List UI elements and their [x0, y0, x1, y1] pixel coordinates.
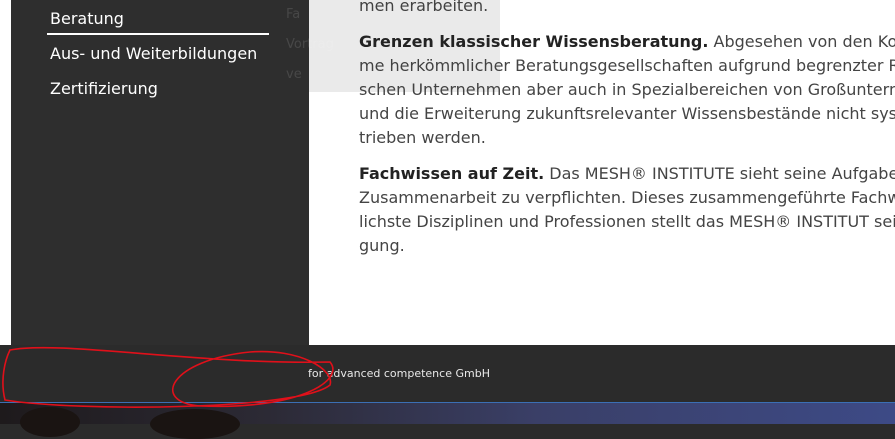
- paragraph-3-line-1: Fachwissen auf Zeit. Das MESH® INSTITUTE…: [359, 162, 895, 186]
- sidebar-item-aus-und-weiterbildungen[interactable]: Aus- und Weiterbildungen: [50, 44, 257, 64]
- paragraph-3-line: gung.: [359, 236, 405, 255]
- active-indicator: [47, 33, 269, 35]
- paragraph-2-line: trieben werden.: [359, 128, 486, 147]
- paragraph-3-text: Das MESH® INSTITUTE sieht seine Aufgabe …: [549, 164, 895, 183]
- paragraph-3-line: lichste Disziplinen und Professionen ste…: [359, 212, 895, 231]
- overlay-text: Fa: [286, 7, 301, 22]
- paragraph-3-heading: Fachwissen auf Zeit.: [359, 164, 545, 183]
- page-edge: [0, 0, 11, 345]
- sidebar-item-beratung[interactable]: Beratung: [50, 9, 124, 29]
- overlay-text: ve: [286, 67, 302, 82]
- faded-popup-overlay: Fa Vortrag ve: [270, 0, 500, 92]
- sidebar-nav: Beratung Aus- und Weiterbildungen Zertif…: [11, 0, 309, 345]
- paragraph-3-line: Zusammenarbeit zu verpflichten. Dieses z…: [359, 188, 895, 207]
- footer-background-image: [0, 403, 895, 439]
- paragraph-2-text: Abgesehen von den Kosten sind: [713, 32, 895, 51]
- sidebar-item-zertifizierung[interactable]: Zertifizierung: [50, 79, 158, 99]
- site-footer: for advanced competence GmbH: [0, 345, 895, 402]
- image-shape: [20, 407, 80, 437]
- overlay-text: Vortrag: [286, 37, 334, 52]
- paragraph-2-line: und die Erweiterung zukunftsrelevanter W…: [359, 104, 895, 123]
- footer-company-text: for advanced competence GmbH: [308, 367, 490, 380]
- image-shape: [150, 409, 240, 439]
